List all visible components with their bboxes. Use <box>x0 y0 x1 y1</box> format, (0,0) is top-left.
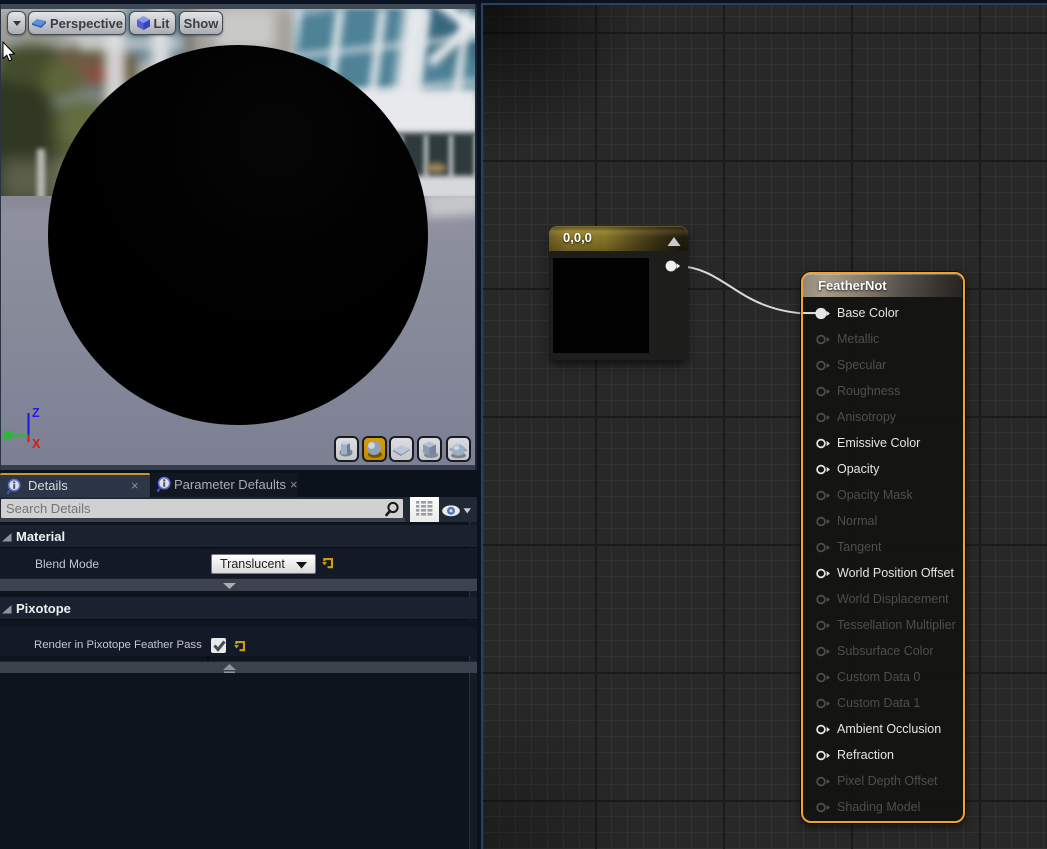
svg-text:X: X <box>32 437 41 451</box>
svg-text:Z: Z <box>32 406 40 420</box>
svg-text:Y: Y <box>6 429 15 443</box>
